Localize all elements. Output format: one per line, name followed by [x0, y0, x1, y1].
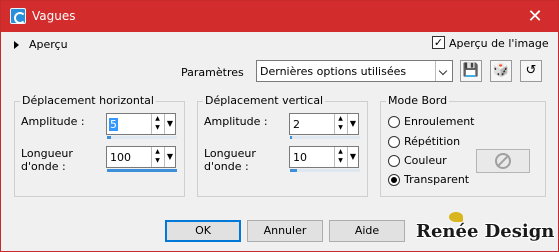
- dialog-window: Vagues ✕ Aperçu ✓ Aperçu de l'image Para…: [0, 0, 559, 252]
- v-amplitude-bar: [290, 136, 292, 139]
- vertical-group: Déplacement vertical Amplitude : 2 ▲ ▼ ▼ …: [197, 94, 368, 197]
- save-preset-button[interactable]: 💾: [460, 60, 482, 82]
- help-button[interactable]: Aide: [329, 220, 405, 242]
- title-bar[interactable]: Vagues ✕: [1, 1, 558, 32]
- v-wavelength-track: [290, 169, 360, 172]
- dice-icon: 🎲: [492, 63, 510, 78]
- presets-combo[interactable]: Dernières options utilisées: [256, 60, 453, 82]
- image-preview-label: Aperçu de l'image: [449, 37, 549, 50]
- h-amplitude-bar: [107, 136, 111, 139]
- v-amplitude-spinner[interactable]: 2 ▲ ▼ ▼: [289, 113, 360, 139]
- v-wavelength-value[interactable]: 10: [293, 151, 307, 164]
- h-wavelength-bar: [107, 169, 177, 172]
- radio-repetition[interactable]: [388, 136, 400, 148]
- spin-dropdown-icon[interactable]: ▼: [347, 147, 358, 167]
- v-wavelength-label-1: Longueur: [204, 147, 256, 160]
- radio-couleur-label: Couleur: [404, 154, 447, 167]
- vertical-group-title: Déplacement vertical: [203, 94, 326, 107]
- expand-triangle-icon: [14, 41, 19, 49]
- v-wavelength-spinner[interactable]: 10 ▲ ▼ ▼: [289, 146, 360, 172]
- ok-button[interactable]: OK: [165, 220, 241, 242]
- radio-enroulement[interactable]: [388, 116, 400, 128]
- v-wavelength-label-2: d'onde :: [204, 160, 249, 173]
- radio-enroulement-label: Enroulement: [404, 115, 475, 128]
- watermark-text: Renée Design: [416, 221, 555, 242]
- spin-dropdown-icon[interactable]: ▼: [164, 147, 175, 167]
- spin-arrows-icon[interactable]: ▲ ▼: [334, 147, 346, 167]
- h-amplitude-spinner[interactable]: 5 ▲ ▼ ▼: [106, 113, 177, 139]
- params-label: Paramètres: [181, 66, 244, 79]
- spin-dropdown-icon[interactable]: ▼: [164, 114, 175, 134]
- window-title: Vagues: [32, 9, 76, 23]
- app-icon: [10, 8, 26, 24]
- horizontal-group-title: Déplacement horizontal: [20, 94, 156, 107]
- radio-transparent-label: Transparent: [404, 173, 470, 186]
- checkbox-box[interactable]: ✓: [432, 36, 445, 49]
- radio-repetition-label: Répétition: [404, 135, 461, 148]
- v-amplitude-track: [290, 136, 360, 139]
- preview-toggle-label: Aperçu: [29, 38, 68, 51]
- h-wavelength-label-2: d'onde :: [21, 160, 66, 173]
- radio-couleur[interactable]: [388, 155, 400, 167]
- chevron-down-icon[interactable]: [435, 61, 452, 81]
- h-wavelength-spinner[interactable]: 100 ▲ ▼ ▼: [106, 146, 177, 172]
- spin-arrows-icon[interactable]: ▲ ▼: [334, 114, 346, 134]
- spin-dropdown-icon[interactable]: ▼: [347, 114, 358, 134]
- butterfly-icon: [449, 212, 463, 222]
- color-swatch[interactable]: [476, 149, 530, 173]
- h-amplitude-track: [107, 136, 177, 139]
- reset-icon: ↺: [525, 63, 537, 78]
- randomize-button[interactable]: 🎲: [490, 60, 512, 82]
- h-wavelength-label-1: Longueur: [21, 147, 73, 160]
- radio-transparent[interactable]: [388, 174, 400, 186]
- no-entry-icon: [495, 153, 511, 169]
- horizontal-group: Déplacement horizontal Amplitude : 5 ▲ ▼ …: [14, 94, 185, 197]
- spin-arrows-icon[interactable]: ▲ ▼: [151, 147, 163, 167]
- cancel-button[interactable]: Annuler: [247, 220, 323, 242]
- close-button[interactable]: ✕: [512, 1, 558, 32]
- h-wavelength-value[interactable]: 100: [110, 151, 131, 164]
- edge-mode-title: Mode Bord: [386, 94, 450, 107]
- h-amplitude-label: Amplitude :: [21, 115, 85, 128]
- v-wavelength-bar: [290, 169, 297, 172]
- save-icon: 💾: [462, 63, 480, 78]
- reset-button[interactable]: ↺: [520, 60, 542, 82]
- v-amplitude-label: Amplitude :: [204, 115, 268, 128]
- v-amplitude-value[interactable]: 2: [293, 118, 300, 131]
- h-amplitude-value[interactable]: 5: [109, 118, 118, 131]
- spin-arrows-icon[interactable]: ▲ ▼: [151, 114, 163, 134]
- presets-value: Dernières options utilisées: [260, 65, 407, 78]
- watermark-logo: Renée Design: [416, 212, 556, 250]
